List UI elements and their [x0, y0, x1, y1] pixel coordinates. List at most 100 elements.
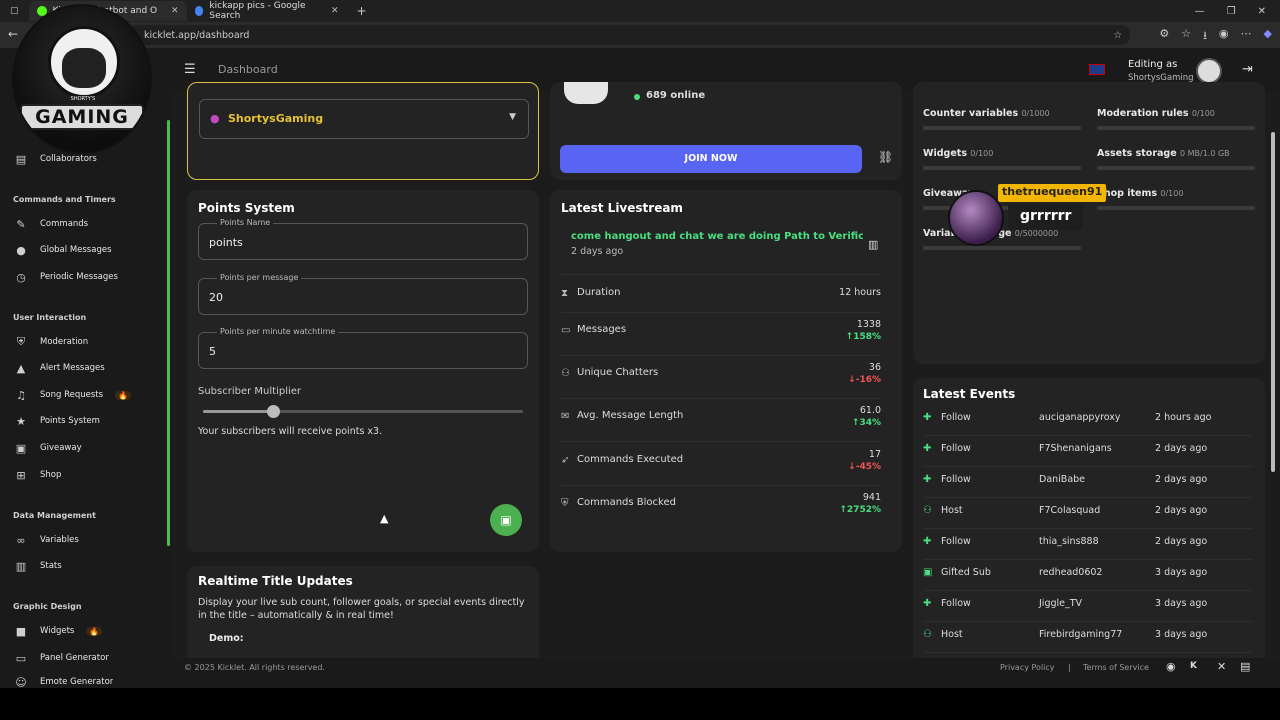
message-icon: ▭: [561, 325, 571, 336]
host-icon: ⚇: [923, 629, 932, 640]
restore-icon[interactable]: ❐: [1227, 6, 1236, 17]
menu-dots-icon[interactable]: ⋯: [1241, 27, 1252, 46]
sidebar-item-moderation[interactable]: ⛨ Moderation: [14, 334, 88, 350]
follow-icon: ✚: [923, 536, 932, 547]
points-name-field[interactable]: Points Name points: [198, 218, 528, 260]
terms-link[interactable]: Terms of Service: [1083, 663, 1149, 672]
limit-bar: [1097, 166, 1255, 170]
sidebar-item-label: Periodic Messages: [40, 272, 118, 282]
tab-google[interactable]: kickapp pics - Google Search ✕: [187, 1, 347, 21]
stat-label: Commands Executed: [577, 454, 684, 465]
close-tab-icon[interactable]: ✕: [331, 6, 339, 16]
points-per-message-field[interactable]: Points per message 20: [198, 273, 528, 315]
sidebar-item-global-messages[interactable]: ● Global Messages: [14, 242, 111, 258]
x-icon[interactable]: ✕: [1217, 660, 1226, 673]
event-time: 3 days ago: [1155, 567, 1208, 578]
section-data-management: Data Management: [13, 511, 96, 520]
gift-icon: ▣: [923, 567, 933, 578]
sidebar-item-label: Points System: [40, 416, 100, 426]
microphone-icon: ●: [210, 112, 220, 125]
url-field[interactable]: kicklet.app/dashboard ☆: [126, 25, 1130, 45]
shield-icon: ⛨: [561, 498, 569, 509]
sidebar-item-commands[interactable]: ✎ Commands: [14, 216, 88, 232]
video-icon: ■: [15, 624, 27, 638]
stat-value: 36: [868, 362, 881, 373]
link-icon[interactable]: ⛓: [878, 150, 893, 164]
multiplier-slider[interactable]: [203, 405, 523, 418]
sidebar-item-periodic-messages[interactable]: ◷ Periodic Messages: [14, 269, 118, 285]
event-user: Firebirdgaming77: [1039, 629, 1123, 640]
favorite-star-icon[interactable]: ☆: [1113, 30, 1122, 41]
sidebar-item-label: Shop: [40, 470, 62, 480]
field-value: 20: [209, 291, 223, 304]
host-icon: ⚇: [923, 505, 932, 516]
slider-handle[interactable]: [267, 405, 281, 418]
section-graphic-design: Graphic Design: [13, 602, 82, 611]
event-time: 2 days ago: [1155, 474, 1208, 485]
sidebar-item-panel-generator[interactable]: ▭ Panel Generator: [14, 650, 109, 666]
document-icon[interactable]: ▤: [1240, 660, 1250, 673]
discord-card: 689 online JOIN NOW ⛓: [550, 82, 902, 180]
logout-icon[interactable]: ⇥: [1242, 62, 1253, 77]
uk-flag-icon[interactable]: [1089, 64, 1105, 75]
stat-delta: ↑34%: [851, 418, 881, 428]
window-close-icon[interactable]: ✕: [1258, 6, 1266, 17]
chevron-down-icon: ▼: [509, 112, 516, 122]
kick-icon[interactable]: K: [1190, 661, 1197, 671]
stream-title[interactable]: come hangout and chat we are doing Path …: [571, 231, 863, 242]
realtime-title-card: Realtime Title Updates Display your live…: [187, 566, 539, 658]
back-icon[interactable]: ←: [8, 27, 18, 41]
card-title: Points System: [198, 201, 295, 215]
sidebar-item-stats[interactable]: ▥ Stats: [14, 558, 62, 574]
sidebar-item-song-requests[interactable]: ♫ Song Requests 🔥: [14, 387, 132, 403]
sidebar-item-alert-messages[interactable]: ▲ Alert Messages: [14, 360, 105, 376]
footer-separator: |: [1068, 663, 1071, 672]
limit-assets-storage: Assets storage 0 MB/1.0 GB: [1097, 148, 1257, 170]
stat-value: 17: [868, 449, 881, 460]
stream-ago: 2 days ago: [571, 246, 624, 257]
delta-value: -16%: [855, 375, 881, 385]
limit-value: 0/1000: [1021, 109, 1050, 118]
sidebar-item-giveaway[interactable]: ▣ Giveaway: [14, 440, 82, 456]
discord-icon[interactable]: ◉: [1166, 660, 1176, 673]
slider-fill: [203, 410, 274, 413]
music-icon: ♫: [16, 388, 26, 402]
favorites-icon[interactable]: ☆: [1181, 27, 1191, 46]
channel-select[interactable]: ● ShortysGaming ▼: [199, 99, 529, 139]
chat-message: grrrrrr: [1008, 204, 1084, 230]
cart-icon: ⊞: [16, 468, 26, 482]
stats-icon[interactable]: ▥: [868, 238, 878, 251]
event-time: 3 days ago: [1155, 598, 1208, 609]
sidebar-item-widgets[interactable]: ■ Widgets 🔥: [14, 623, 103, 639]
new-tab-button[interactable]: +: [347, 4, 377, 18]
close-tab-icon[interactable]: ✕: [171, 6, 179, 16]
privacy-policy-link[interactable]: Privacy Policy: [1000, 663, 1055, 672]
event-type: Follow: [941, 536, 971, 547]
main-scrollbar[interactable]: [1271, 132, 1275, 472]
sidebar-scrollbar[interactable]: [167, 120, 170, 546]
extension-icon[interactable]: ⚙: [1159, 27, 1169, 46]
profile-icon[interactable]: ◉: [1219, 27, 1229, 46]
sidebar-item-variables[interactable]: ∞ Variables: [14, 532, 78, 548]
multiplier-note: Your subscribers will receive points x3.: [198, 426, 383, 437]
save-button[interactable]: ▣: [490, 504, 522, 536]
minimize-icon[interactable]: —: [1195, 6, 1205, 17]
stat-avg-message-length: ✉ Avg. Message Length 61.0 ↑34%: [561, 405, 881, 435]
join-now-button[interactable]: JOIN NOW: [560, 145, 862, 173]
sidebar-item-emote-generator[interactable]: ☺ Emote Generator: [14, 676, 113, 688]
hamburger-menu-icon[interactable]: ☰: [184, 62, 196, 77]
delta-value: -45%: [855, 462, 881, 472]
points-per-minute-field[interactable]: Points per minute watchtime 5: [198, 327, 528, 369]
sidebar-item-points-system[interactable]: ★ Points System: [14, 413, 100, 429]
envelope-icon: ✉: [561, 411, 570, 422]
warning-icon: ▲: [16, 361, 26, 375]
limit-bar: [923, 126, 1081, 130]
follow-icon: ✚: [923, 443, 932, 454]
copilot-icon[interactable]: ◆: [1264, 27, 1272, 46]
chat-icon: ●: [16, 243, 26, 257]
download-icon[interactable]: ⭳: [1203, 27, 1207, 46]
sidebar-item-shop[interactable]: ⊞ Shop: [14, 467, 61, 483]
avatar[interactable]: [1196, 58, 1222, 84]
window-menu-icon[interactable]: ▢: [0, 6, 29, 16]
event-row: ⚇ Host F7Colasquad 2 days ago: [923, 499, 1253, 529]
